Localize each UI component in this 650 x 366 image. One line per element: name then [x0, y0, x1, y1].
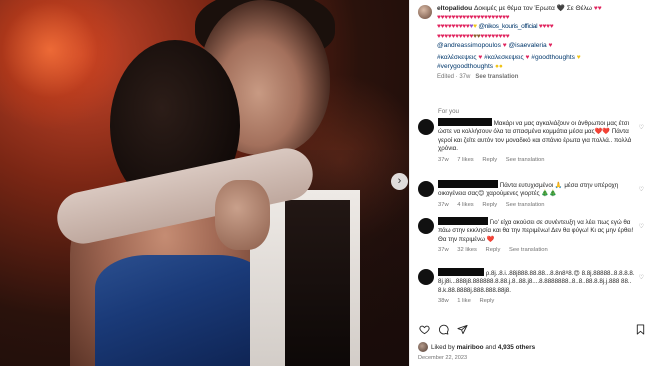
reply-button[interactable]: Reply	[482, 202, 497, 208]
for-you-label: For you	[438, 108, 459, 115]
likes-prefix: Liked by	[431, 343, 455, 351]
caption-time: Edited · 37w	[437, 74, 471, 81]
comment-likes[interactable]: 1 like	[457, 298, 471, 304]
comment-like-icon[interactable]: ♡	[639, 124, 644, 131]
comment-time: 38w	[438, 298, 449, 305]
redacted-username	[438, 118, 492, 126]
comment-time: 37w	[438, 247, 449, 254]
hashtag-link[interactable]: #καλέσκεψεις	[437, 54, 477, 61]
heart-icon: ♥♥	[593, 5, 602, 12]
bookmark-icon	[636, 323, 644, 335]
carousel-next-button[interactable]: ›	[391, 173, 408, 190]
likes-summary: Liked by mairiboo and 4,935 others	[418, 342, 535, 352]
commenter-avatar[interactable]	[418, 269, 434, 285]
likes-and: and	[485, 343, 497, 351]
commenter-avatar[interactable]	[418, 119, 434, 135]
hashtag-link[interactable]: #goodthoughts	[531, 54, 575, 61]
post-date: December 22, 2023	[418, 355, 468, 361]
liker-username[interactable]: mairiboo	[457, 344, 484, 351]
see-translation-link[interactable]: See translation	[506, 202, 545, 208]
action-bar	[418, 322, 646, 336]
chevron-right-icon: ›	[397, 175, 402, 187]
comment-likes[interactable]: 4 likes	[457, 202, 473, 208]
see-translation-link[interactable]: See translation	[475, 74, 518, 80]
comment-time: 37w	[438, 156, 449, 163]
like-button[interactable]	[418, 323, 430, 335]
commenter-avatar[interactable]	[418, 218, 434, 234]
light-glow	[0, 0, 120, 130]
comment-time: 37w	[438, 201, 449, 208]
caption-text: Δοκιμές με θέμα τον Έρωτα 🖤 Σε Θέλω	[474, 5, 592, 12]
instagram-post: › eltopalidou Δοκιμές με θέμα τον Έρωτα …	[0, 0, 650, 366]
comment-likes[interactable]: 7 likes	[457, 157, 473, 163]
emoji-row: ♥♥♥♥♥♥♥♥♥♥♥♥♥♥♥♥♥♥♥♥	[437, 14, 510, 22]
comment-item: Πάντα ευτυχισμένοι 🙏 μέσα στην υπέροχη ο…	[418, 180, 648, 209]
hashtag-link[interactable]: #verygoodthoughts	[437, 63, 493, 70]
author-avatar[interactable]	[418, 5, 432, 19]
mention-link[interactable]: @isaevaleria	[508, 42, 546, 49]
comment-likes[interactable]: 32 likes	[457, 247, 477, 253]
comment-like-icon[interactable]: ♡	[639, 223, 644, 230]
likes-count[interactable]: 4,935 others	[498, 344, 535, 351]
comment-like-icon[interactable]: ♡	[639, 274, 644, 281]
comment-item: ρ.8j..8.i..88j888.88.88...8.8n8⁸8.😍 8.8j…	[418, 268, 648, 306]
redacted-username	[438, 268, 484, 276]
save-button[interactable]	[634, 323, 646, 335]
comment-bubble-icon	[438, 324, 449, 335]
emoji-row: ♥♥♥♥♥♥♥♥♥♥♥ @nikos_kouris_official ♥♥♥♥	[437, 23, 554, 31]
blue-dress	[95, 255, 270, 366]
heart-outline-icon	[418, 325, 430, 334]
mention-link[interactable]: @andreassimopoulos	[437, 42, 501, 49]
comments-panel: eltopalidou Δοκιμές με θέμα τον Έρωτα 🖤 …	[409, 0, 650, 366]
hand	[215, 180, 270, 250]
paper-plane-icon	[456, 324, 468, 334]
reply-button[interactable]: Reply	[479, 298, 494, 304]
see-translation-link[interactable]: See translation	[506, 157, 545, 163]
redacted-username	[438, 217, 488, 225]
liker-avatar[interactable]	[418, 342, 428, 352]
comment-item: Μακάρι να μας αγκαλιάζουν οι άνθρωποι μα…	[418, 118, 648, 164]
reply-button[interactable]: Reply	[482, 157, 497, 163]
emoji-row: ♥♥♥♥♥♥♥♥♥♥♥♥♥♥♥♥♥♥♥♥	[437, 32, 510, 40]
hashtag-link[interactable]: #καλεσκεψεις	[484, 54, 524, 61]
caption-meta: Edited · 37w See translation	[437, 73, 643, 82]
see-translation-link[interactable]: See translation	[509, 247, 548, 253]
redacted-username	[438, 180, 498, 188]
commenter-avatar[interactable]	[418, 181, 434, 197]
comment-button[interactable]	[437, 323, 449, 335]
comment-item: Γιο' είχα ακούσει σε συνέντευξη να λέει …	[418, 217, 648, 255]
reply-button[interactable]: Reply	[486, 247, 501, 253]
share-button[interactable]	[456, 323, 468, 335]
mention-link[interactable]: @nikos_kouris_official	[478, 23, 537, 30]
post-photo[interactable]: ›	[0, 0, 409, 366]
author-username[interactable]: eltopalidou	[437, 5, 472, 12]
black-vest	[285, 200, 350, 366]
post-caption: eltopalidou Δοκιμές με θέμα τον Έρωτα 🖤 …	[418, 0, 646, 83]
comment-like-icon[interactable]: ♡	[639, 186, 644, 193]
